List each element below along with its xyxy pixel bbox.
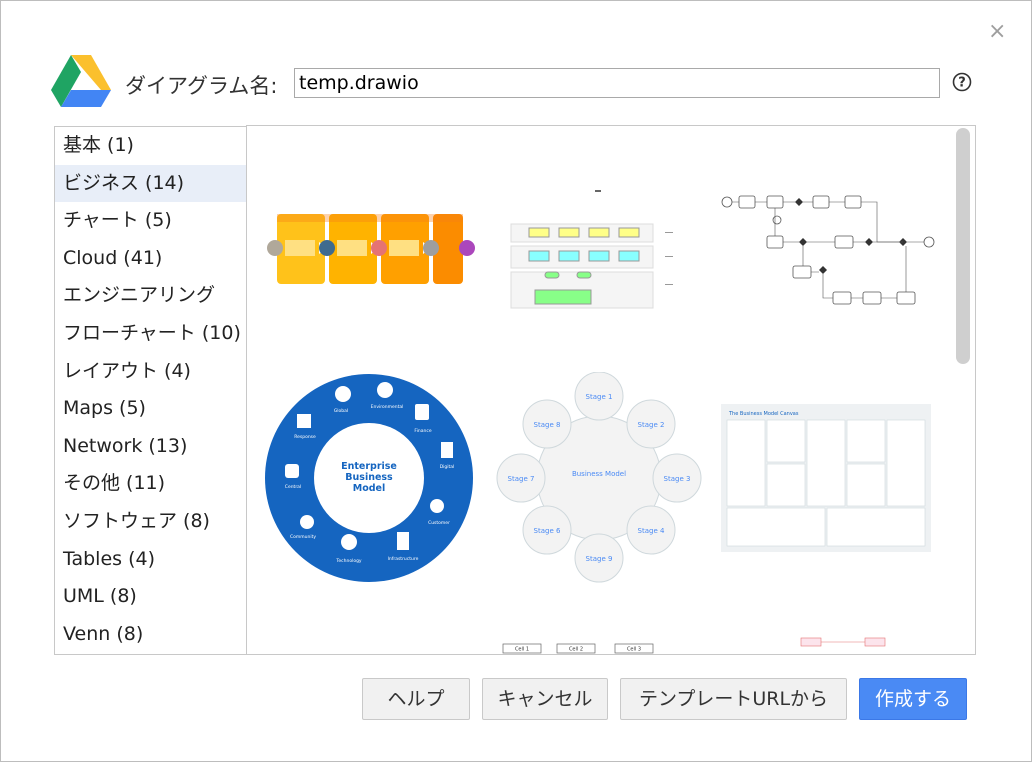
category-item[interactable]: ソフトウェア (8) <box>55 503 246 541</box>
category-item[interactable]: レイアウト (4) <box>55 353 246 391</box>
svg-text:Stage 4: Stage 4 <box>638 527 665 535</box>
svg-text:Digital: Digital <box>440 464 455 470</box>
close-icon[interactable]: × <box>988 21 1006 43</box>
category-item[interactable]: エンジニアリング <box>55 277 246 315</box>
svg-text:Model: Model <box>353 483 385 494</box>
category-item[interactable]: フローチャート (10) <box>55 315 246 353</box>
svg-text:Stage 2: Stage 2 <box>638 421 665 429</box>
svg-text:Stage 9: Stage 9 <box>586 555 613 563</box>
category-list: 基本 (1) ビジネス (14) チャート (5) Cloud (41) エンジ… <box>54 126 246 655</box>
help-icon[interactable]: ? <box>952 72 972 92</box>
svg-text:Infrastructure: Infrastructure <box>388 556 419 562</box>
template-thumbnail-process[interactable] <box>263 212 477 288</box>
category-item[interactable]: Tables (4) <box>55 541 246 579</box>
cancel-button[interactable]: キャンセル <box>482 678 608 720</box>
template-thumbnail-enterprise[interactable]: Enterprise Business Model Global Environ… <box>263 372 475 584</box>
diagram-name-input[interactable] <box>294 68 940 98</box>
template-thumbnail-cycle[interactable]: Business Model Stage 1 Stage 2 Stage 3 S… <box>493 372 705 584</box>
svg-text:Environmental: Environmental <box>371 404 404 410</box>
template-from-url-button[interactable]: テンプレートURLから <box>620 678 847 720</box>
svg-text:Enterprise: Enterprise <box>341 461 397 472</box>
category-item[interactable]: その他 (11) <box>55 465 246 503</box>
svg-text:Global: Global <box>334 408 348 414</box>
svg-text:Cell 2: Cell 2 <box>569 647 583 653</box>
template-gallery: Enterprise Business Model Global Environ… <box>246 125 976 655</box>
svg-text:?: ? <box>958 76 966 91</box>
category-item[interactable]: チャート (5) <box>55 202 246 240</box>
svg-text:The Business Model Canvas: The Business Model Canvas <box>728 411 799 417</box>
svg-text:Stage 8: Stage 8 <box>534 421 561 429</box>
category-item[interactable]: UML (8) <box>55 578 246 616</box>
template-thumbnail-partial[interactable] <box>797 636 897 652</box>
create-button[interactable]: 作成する <box>859 678 967 720</box>
category-item[interactable]: Venn (8) <box>55 616 246 654</box>
svg-text:Community: Community <box>290 534 316 540</box>
diagram-name-label: ダイアグラム名: <box>125 74 278 98</box>
category-item[interactable]: Network (13) <box>55 428 246 466</box>
gallery-scrollbar[interactable] <box>956 128 970 364</box>
svg-text:Cell 3: Cell 3 <box>627 647 641 653</box>
svg-text:Finance: Finance <box>414 428 431 434</box>
svg-text:Customer: Customer <box>428 520 450 526</box>
svg-text:Cell 1: Cell 1 <box>515 647 529 653</box>
category-item[interactable]: Cloud (41) <box>55 240 246 278</box>
svg-text:Response: Response <box>294 434 316 440</box>
svg-text:Stage 7: Stage 7 <box>508 475 535 483</box>
svg-text:Stage 3: Stage 3 <box>664 475 691 483</box>
template-thumbnail-canvas[interactable]: The Business Model Canvas <box>721 404 931 552</box>
svg-text:Central: Central <box>285 484 301 490</box>
category-item[interactable]: 基本 (1) <box>55 127 246 165</box>
svg-text:Technology: Technology <box>335 558 362 564</box>
svg-text:Business: Business <box>345 472 393 483</box>
svg-text:Stage 1: Stage 1 <box>586 393 613 401</box>
svg-text:Business Model: Business Model <box>572 470 626 478</box>
category-item-selected[interactable]: ビジネス (14) <box>55 164 246 203</box>
google-drive-logo <box>51 55 111 107</box>
category-item[interactable]: Maps (5) <box>55 390 246 428</box>
template-thumbnail-bpmn[interactable] <box>717 180 943 320</box>
template-thumbnail-swimlane[interactable] <box>505 188 685 312</box>
help-button[interactable]: ヘルプ <box>362 678 470 720</box>
svg-text:Stage 6: Stage 6 <box>534 527 561 535</box>
template-thumbnail-cells[interactable]: Cell 1 Cell 2 Cell 3 <box>499 642 659 654</box>
new-diagram-dialog: × ダイアグラム名: ? 基本 (1) ビジネス (14) チャート (5) C… <box>0 0 1032 762</box>
